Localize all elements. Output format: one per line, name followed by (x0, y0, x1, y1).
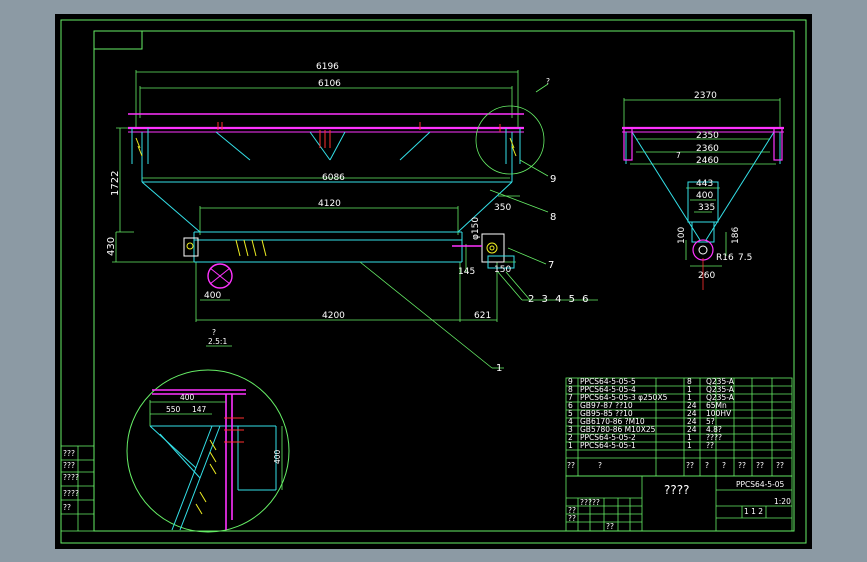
dim-400-main: 400 (204, 291, 221, 301)
dim-2350: 2350 (696, 131, 719, 141)
dim-side-7: 7 (676, 151, 681, 160)
bom-header-e: ?? (776, 461, 784, 470)
dim-6196: 6196 (316, 62, 339, 72)
callout-8: 8 (550, 212, 556, 223)
bom-header-a: ? (705, 461, 709, 470)
dim-2460: 2460 (696, 156, 719, 166)
dim-621: 621 (474, 311, 491, 321)
bom-header-no: ?? (567, 461, 575, 470)
bom-cell-material: ?? (706, 441, 714, 450)
callout-top-q: ? (546, 77, 550, 86)
dim-186: 186 (731, 227, 741, 244)
left-strip-5: ?? (63, 503, 71, 512)
dim-400-side: 400 (696, 191, 713, 201)
title-mark-3: ?? (568, 514, 576, 523)
detail-dim-147: 147 (192, 405, 207, 414)
dim-145: 145 (458, 267, 475, 277)
dim-350: 350 (494, 203, 511, 213)
dim-335: 335 (698, 203, 715, 213)
title-drawing-no: PPCS64-5-05 (736, 480, 785, 489)
dim-430: 430 (106, 237, 117, 256)
cad-drawing-canvas: 6196 6106 6086 4120 4200 621 400 145 150… (55, 14, 812, 549)
title-name: ???? (664, 483, 689, 497)
title-mark-4: ?? (606, 522, 614, 531)
detail-dim-400-side: 400 (273, 449, 282, 464)
bom-cell-no: 1 (568, 441, 573, 450)
title-scale: 1:20 (774, 497, 791, 506)
left-strip-3: ???? (63, 473, 79, 482)
dim-150: 150 (494, 265, 511, 275)
left-strip-1: ??? (63, 449, 75, 458)
bom-cell-code: PPCS64-5-05-1 (580, 441, 636, 450)
callout-9: 9 (550, 174, 556, 185)
callout-1: 1 (496, 363, 502, 374)
detail-scale: 2.5:1 (208, 337, 227, 346)
dim-phi150: φ150 (471, 217, 481, 240)
dim-4120: 4120 (318, 199, 341, 209)
left-strip-4: ???? (63, 489, 79, 498)
dim-7-5: 7.5 (738, 253, 752, 263)
callout-7: 7 (548, 260, 554, 271)
bom-header-b: ? (722, 461, 726, 470)
title-mark-1: ????? (580, 498, 600, 507)
detail-label: ? (212, 328, 216, 337)
bom-header-qty: ?? (686, 461, 694, 470)
dim-r16: R16 (716, 253, 734, 263)
dim-6106: 6106 (318, 79, 341, 89)
bom-header-c: ?? (738, 461, 746, 470)
dim-2360: 2360 (696, 144, 719, 154)
bom-header-code: ? (598, 461, 602, 470)
title-sheet: 1 1 2 (744, 507, 763, 516)
dim-1722: 1722 (110, 171, 121, 196)
callout-2-6: 2 3 4 5 6 (528, 294, 591, 305)
dim-4200: 4200 (322, 311, 345, 321)
bom-header-d: ?? (756, 461, 764, 470)
detail-dim-550: 550 (166, 405, 181, 414)
detail-dim-400-top: 400 (180, 393, 195, 402)
dim-6086: 6086 (322, 173, 345, 183)
dim-100: 100 (677, 227, 687, 244)
bom-cell-qty: 1 (687, 441, 692, 450)
dim-260: 260 (698, 271, 715, 281)
left-strip-2: ??? (63, 461, 75, 470)
dim-443: 443 (696, 179, 713, 189)
dim-2370: 2370 (694, 91, 717, 101)
